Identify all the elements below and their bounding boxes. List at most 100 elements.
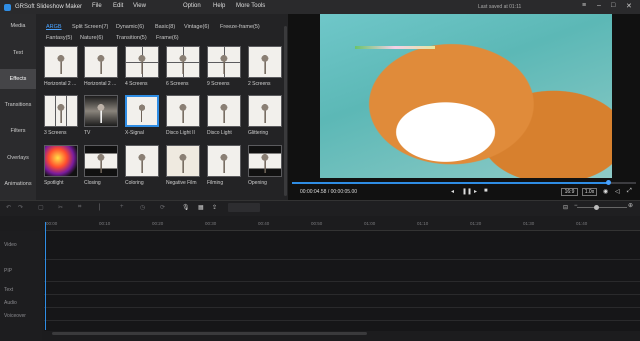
timeline-tracks[interactable] [44, 231, 640, 331]
timeline-scrollbar[interactable] [52, 332, 367, 335]
effect-preview-image [91, 149, 111, 173]
sidebar-item-animations[interactable]: Animations [0, 181, 36, 191]
pause-icon[interactable]: ❚❚ [462, 188, 472, 195]
sidebar-item-overlays[interactable]: Overlays [0, 155, 36, 165]
effect-preview-image [51, 50, 71, 74]
timeline-zoom-knob[interactable] [594, 205, 599, 210]
export-icon[interactable]: ⇪ [212, 204, 217, 211]
tab-frame[interactable]: Frame(6) [156, 35, 179, 41]
tab-argb[interactable]: ARGB [46, 24, 62, 30]
volume-icon[interactable]: ◁ [615, 188, 620, 195]
total-time: 00:00:05.00 [330, 189, 358, 195]
track-divider [44, 294, 640, 295]
undo-icon[interactable]: ↶ [6, 204, 11, 211]
timeline-ruler[interactable]: 00:00 00:10 00:20 00:30 00:40 00:50 01:00 01:10… [46, 219, 640, 231]
tab-dynamic[interactable]: Dynamic(6) [116, 24, 144, 30]
snapshot-icon[interactable]: ◉ [603, 188, 608, 195]
menu-icon[interactable]: ≡ [582, 2, 586, 9]
menu-option[interactable]: Option [183, 3, 201, 9]
effect-thumbnail[interactable] [166, 46, 200, 78]
effect-thumbnail[interactable] [125, 145, 159, 177]
add-icon[interactable]: + [120, 204, 124, 210]
minimize-icon[interactable]: – [597, 2, 601, 9]
timeline-playhead[interactable] [45, 222, 46, 330]
effect-thumbnail[interactable] [248, 145, 282, 177]
sidebar-item-filters[interactable]: Filters [0, 128, 36, 138]
fit-timeline-icon[interactable]: ⊟ [563, 204, 568, 211]
effect-thumbnail[interactable] [125, 46, 159, 78]
effect-thumbnail[interactable] [125, 95, 159, 127]
effect-thumbnail[interactable] [207, 95, 241, 127]
zoom-out-icon[interactable]: − [574, 203, 578, 209]
effect-preview-image [173, 149, 193, 173]
menu-more-tools[interactable]: More Tools [236, 3, 265, 9]
menu-file[interactable]: File [92, 3, 102, 9]
menu-edit[interactable]: Edit [113, 3, 123, 9]
tab-freeze-frame[interactable]: Freeze-frame(5) [220, 24, 260, 30]
library-scrollbar[interactable] [284, 26, 287, 196]
mosaic-icon[interactable]: ▦ [198, 204, 204, 211]
duration-icon[interactable]: ◷ [140, 204, 145, 211]
effect-label: 4 Screens [125, 81, 148, 87]
tab-vintage[interactable]: Vintage(6) [184, 24, 209, 30]
effect-label: Horizontal 2 ... [44, 81, 77, 87]
prev-frame-icon[interactable]: ◂ [451, 188, 454, 195]
effect-thumbnail[interactable] [248, 46, 282, 78]
effect-thumbnail[interactable] [84, 145, 118, 177]
effect-label: Horizontal 2 ... [84, 81, 117, 87]
effect-thumbnail[interactable] [248, 95, 282, 127]
tab-basic[interactable]: Basic(8) [155, 24, 175, 30]
crop-icon[interactable]: ⌗ [78, 204, 81, 211]
video-preview [320, 14, 612, 178]
effect-thumbnail[interactable] [166, 145, 200, 177]
delete-icon[interactable]: ▢ [38, 204, 44, 211]
zoom-in-icon[interactable]: ⊕ [628, 202, 633, 209]
effect-thumbnail[interactable] [84, 95, 118, 127]
effect-preview-image [132, 149, 152, 173]
maximize-icon[interactable]: □ [611, 2, 615, 9]
effect-label: Glittering [248, 130, 269, 136]
effect-preview-image [214, 149, 234, 173]
timeline-toolbar [0, 200, 640, 216]
rotate-icon[interactable]: ⟳ [160, 204, 165, 211]
cut-icon[interactable]: ✂ [58, 204, 63, 211]
track-divider [44, 281, 640, 282]
effect-label: 3 Screens [44, 130, 67, 136]
effect-thumbnail[interactable] [166, 95, 200, 127]
effect-label: Disco Light [207, 130, 232, 136]
microphone-icon[interactable]: 🎙 [182, 204, 190, 211]
redo-icon[interactable]: ↷ [18, 204, 23, 211]
stop-icon[interactable]: ■ [484, 188, 488, 194]
speed-button[interactable]: 1.0x [582, 188, 597, 196]
fullscreen-icon[interactable]: ⤢ [627, 188, 632, 195]
menu-view[interactable]: View [133, 3, 146, 9]
tab-transition[interactable]: Transition(5) [116, 35, 147, 41]
sidebar-item-media[interactable]: Media [0, 23, 36, 33]
ruler-tick-label: 00:20 [152, 221, 164, 226]
glitch-effect-overlay [355, 46, 435, 49]
menu-help[interactable]: Help [213, 3, 225, 9]
aspect-ratio-button[interactable]: 16:9 [561, 188, 578, 196]
tab-fantasy[interactable]: Fantasy(5) [46, 35, 72, 41]
effect-thumbnail[interactable] [207, 145, 241, 177]
tab-split-screen[interactable]: Split Screen(7) [72, 24, 108, 30]
tab-nature[interactable]: Nature(6) [80, 35, 103, 41]
effect-label: X-Signal [125, 130, 144, 136]
effect-thumbnail[interactable] [44, 145, 78, 177]
split-icon[interactable]: ⎮ [98, 204, 101, 211]
playback-progress[interactable] [292, 180, 636, 185]
effect-thumbnail[interactable] [44, 46, 78, 78]
effect-thumbnail[interactable] [44, 95, 78, 127]
effect-thumbnail[interactable] [207, 46, 241, 78]
sidebar-item-text[interactable]: Text [0, 50, 36, 60]
sidebar-item-effects[interactable]: Effects [0, 69, 36, 89]
timeline-zoom-slider[interactable] [577, 207, 627, 208]
ruler-tick-label: 00:10 [99, 221, 111, 226]
text-tool-field[interactable] [228, 203, 260, 212]
app-title: GRSoft Slideshow Maker [15, 4, 83, 10]
sidebar-item-transitions[interactable]: Transitions [0, 102, 36, 112]
effect-label: Opening [248, 180, 267, 186]
close-icon[interactable]: ✕ [626, 2, 632, 10]
next-frame-icon[interactable]: ▸ [474, 188, 477, 195]
effect-thumbnail[interactable] [84, 46, 118, 78]
